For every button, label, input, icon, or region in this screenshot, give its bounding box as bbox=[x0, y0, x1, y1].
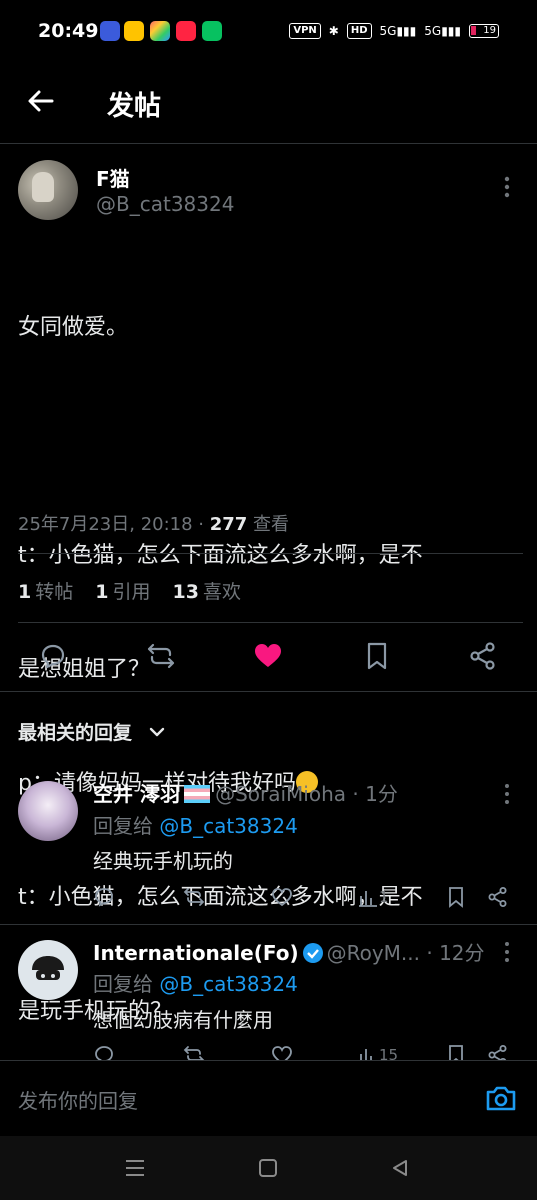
reply-avatar[interactable] bbox=[18, 781, 78, 841]
bookmark-icon[interactable] bbox=[362, 641, 392, 671]
reply-header: Internationale(Fo) @RoyM... · 12分 bbox=[93, 937, 485, 966]
likes-stat[interactable]: 13 喜欢 bbox=[173, 577, 241, 604]
home-icon[interactable] bbox=[258, 1158, 278, 1178]
repost-icon[interactable] bbox=[183, 886, 205, 908]
divider bbox=[18, 553, 523, 554]
back-arrow-icon[interactable] bbox=[26, 86, 56, 116]
post-meta: 25年7月23日, 20:18 · 277 查看 bbox=[18, 510, 289, 536]
status-time: 20:49 bbox=[38, 20, 99, 42]
xiaohongshu-icon bbox=[176, 21, 196, 41]
post-action-bar bbox=[0, 625, 537, 691]
reply-handle[interactable]: @RoyM... bbox=[327, 941, 420, 965]
divider bbox=[0, 691, 537, 692]
replying-to-handle[interactable]: @B_cat38324 bbox=[159, 814, 297, 838]
post-stats: 1 转帖 1 引用 13 喜欢 bbox=[18, 577, 241, 604]
replying-to: 回复给 @B_cat38324 bbox=[93, 972, 298, 996]
replying-to-handle[interactable]: @B_cat38324 bbox=[159, 972, 297, 996]
analytics-icon[interactable] bbox=[357, 886, 379, 908]
hd-badge: HD bbox=[346, 23, 372, 39]
status-bar: 20:49 VPN ✱ HD 5G▮▮▮ 5G▮▮▮ 19 bbox=[0, 0, 537, 64]
reply-display-name[interactable]: Internationale(Fo) bbox=[93, 941, 299, 965]
reply-handle[interactable]: @SoraiMioha bbox=[215, 782, 346, 806]
back-triangle-icon[interactable] bbox=[390, 1158, 410, 1178]
post-timestamp: 25年7月23日, 20:18 · bbox=[18, 514, 210, 535]
top-header bbox=[0, 64, 537, 144]
reply-views-count: 1 bbox=[379, 888, 389, 906]
replies-sort-dropdown[interactable]: 最相关的回复 bbox=[18, 718, 165, 745]
more-options-icon[interactable] bbox=[500, 941, 514, 963]
system-navigation-bar bbox=[0, 1136, 537, 1200]
status-indicators: VPN ✱ HD 5G▮▮▮ 5G▮▮▮ 19 bbox=[289, 20, 499, 42]
author-display-name[interactable]: F猫 bbox=[96, 163, 130, 192]
chevron-down-icon bbox=[149, 727, 164, 737]
post-line: 女同做爱。 bbox=[18, 315, 129, 340]
author-handle[interactable]: @B_cat38324 bbox=[96, 192, 234, 216]
camera-icon[interactable] bbox=[485, 1083, 517, 1113]
reply-time: · 12分 bbox=[420, 941, 485, 965]
signal-icon-2: 5G▮▮▮ bbox=[424, 24, 461, 38]
reply-header: 空井 澪羽 @SoraiMioha · 1分 bbox=[93, 778, 398, 807]
views-count: 277 bbox=[209, 514, 248, 535]
like-heart-icon[interactable] bbox=[271, 886, 293, 908]
page-title: 发帖 bbox=[107, 91, 161, 122]
reply-text: 想個幻肢病有什麼用 bbox=[93, 1008, 273, 1032]
app-notification-icon bbox=[100, 21, 120, 41]
share-icon[interactable] bbox=[468, 641, 498, 671]
bluetooth-icon: ✱ bbox=[328, 24, 339, 38]
hat-figure-icon bbox=[32, 956, 64, 980]
quotes-stat[interactable]: 1 引用 bbox=[95, 577, 150, 604]
reply-action-bar: 1 bbox=[93, 886, 523, 910]
menu-icon[interactable] bbox=[124, 1158, 146, 1178]
reply-composer[interactable]: 发布你的回复 bbox=[0, 1060, 537, 1136]
transgender-flag-icon bbox=[183, 785, 210, 803]
repost-icon[interactable] bbox=[146, 641, 176, 671]
post-line bbox=[18, 423, 523, 461]
reply-time: · 1分 bbox=[346, 782, 398, 806]
wechat-icon bbox=[202, 21, 222, 41]
reply-avatar[interactable] bbox=[18, 940, 78, 1000]
more-options-icon[interactable] bbox=[500, 175, 514, 199]
reply-icon[interactable] bbox=[93, 886, 115, 908]
more-options-icon[interactable] bbox=[500, 783, 514, 805]
views-label: 查看 bbox=[247, 514, 290, 535]
post-line: t：小色猫，怎么下面流这么多水啊，是不 bbox=[18, 543, 423, 568]
bookmark-icon[interactable] bbox=[445, 886, 467, 908]
meituan-icon bbox=[124, 21, 144, 41]
reply-icon[interactable] bbox=[38, 641, 68, 671]
replying-to: 回复给 @B_cat38324 bbox=[93, 814, 298, 838]
reply-text: 经典玩手机玩的 bbox=[93, 849, 233, 873]
reply-display-name[interactable]: 空井 澪羽 bbox=[93, 782, 180, 806]
signal-icon: 5G▮▮▮ bbox=[379, 24, 417, 38]
reply-input-placeholder[interactable]: 发布你的回复 bbox=[18, 1085, 138, 1114]
share-icon[interactable] bbox=[487, 886, 509, 908]
battery-icon: 19 bbox=[469, 24, 499, 38]
verified-badge-icon bbox=[302, 943, 323, 963]
divider bbox=[0, 924, 537, 925]
vpn-badge: VPN bbox=[289, 23, 321, 39]
colorful-app-icon bbox=[150, 21, 170, 41]
author-avatar[interactable] bbox=[18, 160, 78, 220]
reposts-stat[interactable]: 1 转帖 bbox=[18, 577, 73, 604]
battery-level: 19 bbox=[483, 25, 496, 36]
divider bbox=[18, 622, 523, 623]
like-heart-icon[interactable] bbox=[253, 641, 283, 671]
